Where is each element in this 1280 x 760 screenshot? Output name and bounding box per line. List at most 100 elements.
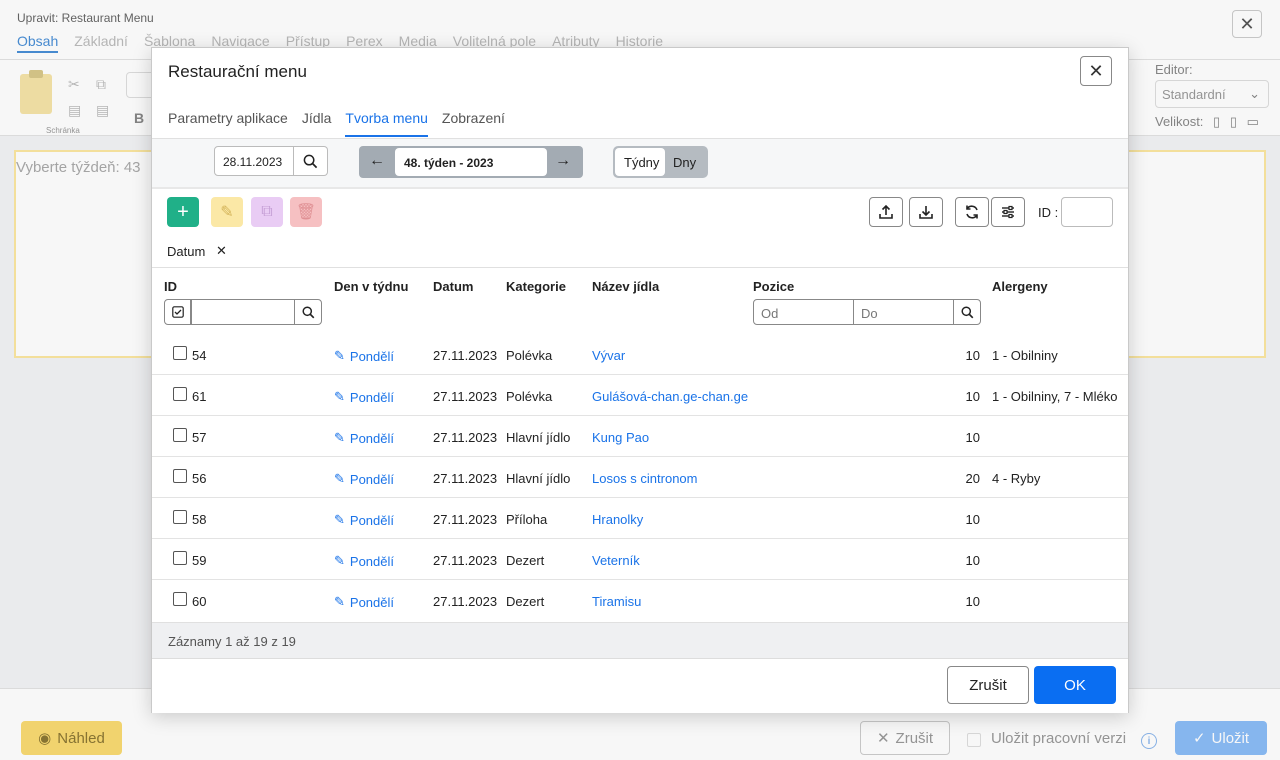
close-icon[interactable]: ✕: [216, 243, 227, 259]
cell-den-text: Pondělí: [349, 512, 394, 528]
cell-kategorie: Polévka: [506, 348, 553, 363]
export-button[interactable]: [869, 197, 903, 227]
cell-kategorie: Hlavní jídlo: [506, 430, 571, 445]
tab-tvorba-menu[interactable]: Tvorba menu: [345, 110, 428, 137]
cell-datum: 27.11.2023: [433, 348, 498, 363]
toggle-weeks[interactable]: Týdny: [615, 148, 665, 176]
cell-alergeny: 1 - Obilniny: [992, 348, 1058, 363]
cell-kategorie: Dezert: [506, 594, 545, 609]
table-row[interactable]: 56 ✎ Pondělí 27.11.2023 Hlavní jídlo Loso…: [152, 457, 1128, 498]
row-checkbox[interactable]: [173, 510, 187, 524]
ok-button[interactable]: OK: [1034, 666, 1116, 704]
close-icon: ✕: [1088, 60, 1104, 81]
column-header-nazev[interactable]: Název jídla: [592, 279, 659, 294]
cell-pozice: 10: [965, 348, 980, 363]
select-all-checkbox[interactable]: [164, 299, 191, 325]
cell-den[interactable]: ✎ Pondělí: [334, 430, 394, 446]
cell-den[interactable]: ✎ Pondělí: [334, 389, 394, 405]
tab-parametry-aplikace[interactable]: Parametry aplikace: [168, 110, 288, 137]
cell-nazev[interactable]: Losos s cintronom: [592, 471, 698, 486]
cell-id: 56: [192, 471, 207, 486]
tab-zobrazeni[interactable]: Zobrazení: [442, 110, 505, 137]
row-checkbox[interactable]: [173, 469, 187, 483]
import-button[interactable]: [909, 197, 943, 227]
dialog-close-button[interactable]: ✕: [1080, 56, 1112, 86]
date-search-button[interactable]: [294, 146, 328, 176]
table-row[interactable]: 54 ✎ Pondělí 27.11.2023 Polévka Vývar 10 …: [152, 334, 1128, 375]
toggle-days[interactable]: Dny: [673, 155, 696, 170]
settings-button[interactable]: [991, 197, 1025, 227]
id-filter-search-button[interactable]: [294, 299, 322, 325]
cell-pozice: 20: [965, 471, 980, 486]
id-search-input[interactable]: [1061, 197, 1113, 227]
reload-button[interactable]: [955, 197, 989, 227]
cell-kategorie: Hlavní jídlo: [506, 471, 571, 486]
position-from-input[interactable]: Od: [753, 299, 854, 325]
cell-nazev[interactable]: Kung Pao: [592, 430, 649, 445]
id-filter-input[interactable]: [191, 299, 295, 325]
cell-den[interactable]: ✎ Pondělí: [334, 471, 394, 487]
sliders-icon: [1002, 205, 1014, 219]
cell-nazev[interactable]: Tiramisu: [592, 594, 641, 609]
row-checkbox[interactable]: [173, 592, 187, 606]
cell-id: 59: [192, 553, 207, 568]
cell-nazev[interactable]: Gulášová-chan.ge-chan.ge: [592, 389, 748, 404]
pencil-icon: ✎: [334, 348, 345, 363]
arrow-right-icon[interactable]: →: [555, 152, 571, 170]
cell-pozice: 10: [965, 512, 980, 527]
download-icon: [919, 206, 933, 219]
cell-nazev[interactable]: Vývar: [592, 348, 625, 363]
cell-kategorie: Polévka: [506, 389, 553, 404]
cell-pozice: 10: [965, 553, 980, 568]
table-row[interactable]: 57 ✎ Pondělí 27.11.2023 Hlavní jídlo Kung…: [152, 416, 1128, 457]
tab-jidla[interactable]: Jídla: [302, 110, 332, 137]
table-row[interactable]: 61 ✎ Pondělí 27.11.2023 Polévka Gulášová-…: [152, 375, 1128, 416]
column-header-alergeny[interactable]: Alergeny: [992, 279, 1048, 294]
pencil-icon: ✎: [334, 553, 345, 568]
column-header-datum[interactable]: Datum: [433, 279, 473, 294]
column-header-den[interactable]: Den v týdnu: [334, 279, 408, 294]
table-row[interactable]: 59 ✎ Pondělí 27.11.2023 Dezert Veterník 1…: [152, 539, 1128, 580]
row-checkbox[interactable]: [173, 346, 187, 360]
edit-button[interactable]: ✎: [211, 197, 243, 227]
cell-den[interactable]: ✎ Pondělí: [334, 553, 394, 569]
trash-icon: 🗑: [295, 204, 317, 221]
row-checkbox[interactable]: [173, 428, 187, 442]
cell-den[interactable]: ✎ Pondělí: [334, 594, 394, 610]
cell-pozice: 10: [965, 430, 980, 445]
pencil-icon: ✎: [334, 594, 345, 609]
cell-datum: 27.11.2023: [433, 594, 498, 609]
cell-den[interactable]: ✎ Pondělí: [334, 348, 394, 364]
cell-id: 58: [192, 512, 207, 527]
cell-pozice: 10: [965, 594, 980, 609]
cell-datum: 27.11.2023: [433, 430, 498, 445]
dialog-tabs: Parametry aplikace Jídla Tvorba menu Zob…: [168, 110, 519, 137]
duplicate-button[interactable]: ⧉: [251, 197, 283, 227]
cell-den-text: Pondělí: [349, 389, 394, 405]
column-header-id[interactable]: ID: [164, 279, 177, 294]
column-header-kategorie[interactable]: Kategorie: [506, 279, 566, 294]
table-row[interactable]: 60 ✎ Pondělí 27.11.2023 Dezert Tiramisu 1…: [152, 580, 1128, 621]
cell-datum: 27.11.2023: [433, 512, 498, 527]
filter-separator: [152, 187, 1128, 189]
position-to-input[interactable]: Do: [853, 299, 954, 325]
cell-nazev[interactable]: Hranolky: [592, 512, 643, 527]
cell-nazev[interactable]: Veterník: [592, 553, 640, 568]
cell-id: 54: [192, 348, 207, 363]
delete-button[interactable]: 🗑: [290, 197, 322, 227]
cell-kategorie: Příloha: [506, 512, 548, 527]
position-search-button[interactable]: [953, 299, 981, 325]
column-header-pozice[interactable]: Pozice: [753, 279, 794, 294]
cell-den-text: Pondělí: [349, 553, 394, 569]
arrow-left-icon[interactable]: ←: [369, 152, 385, 170]
cell-den[interactable]: ✎ Pondělí: [334, 512, 394, 528]
restaurant-menu-dialog: Restaurační menu ✕ Parametry aplikace Jí…: [151, 47, 1129, 713]
week-label[interactable]: 48. týden - 2023: [395, 148, 547, 176]
date-input[interactable]: 28.11.2023: [214, 146, 294, 176]
cancel-button[interactable]: Zrušit: [947, 666, 1029, 704]
add-button[interactable]: +: [167, 197, 199, 227]
row-checkbox[interactable]: [173, 387, 187, 401]
cell-den-text: Pondělí: [349, 430, 394, 446]
table-row[interactable]: 58 ✎ Pondělí 27.11.2023 Příloha Hranolky …: [152, 498, 1128, 539]
row-checkbox[interactable]: [173, 551, 187, 565]
